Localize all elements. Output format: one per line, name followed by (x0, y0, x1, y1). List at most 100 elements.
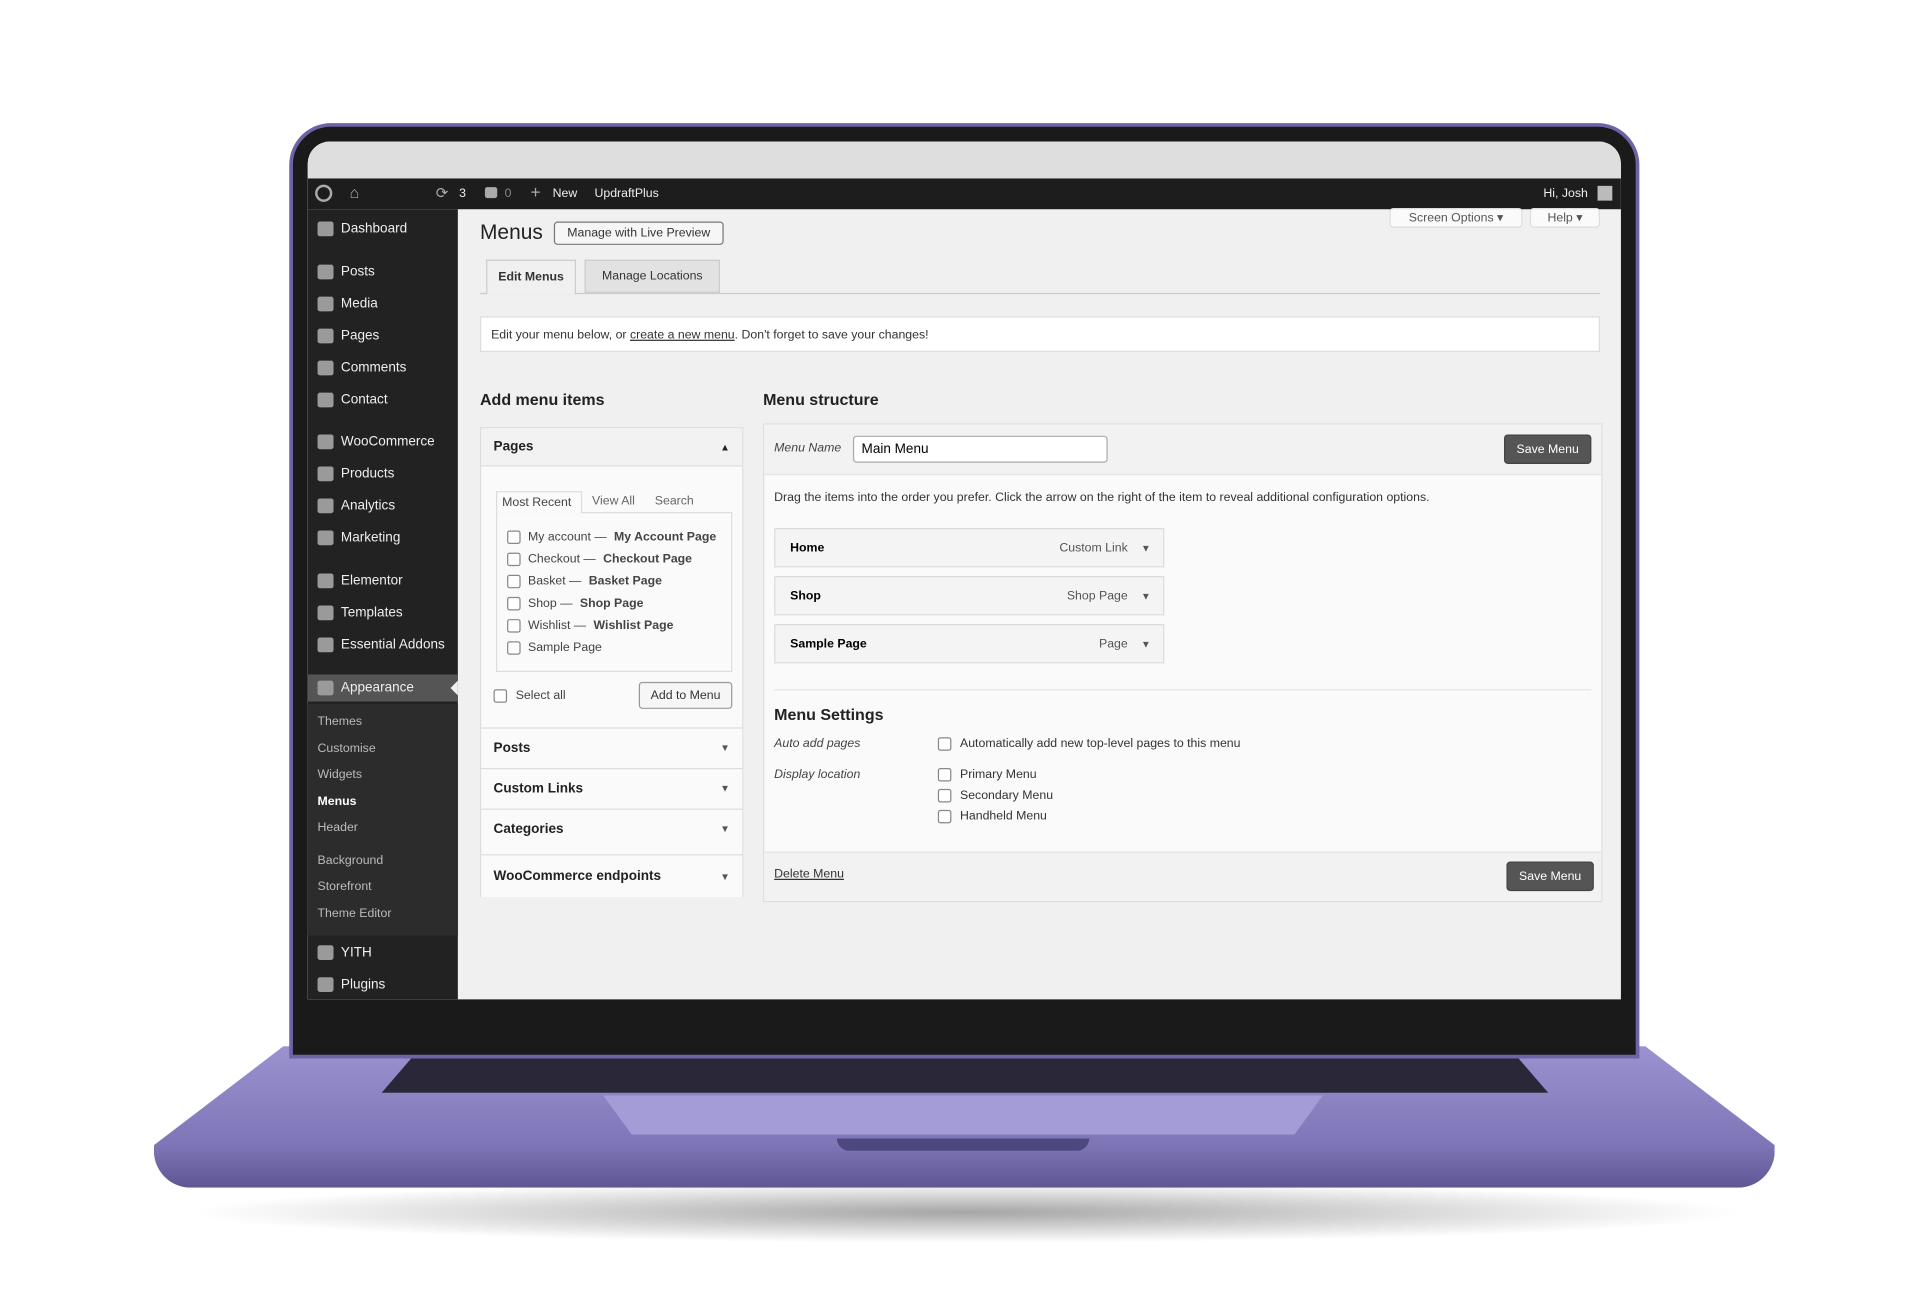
sidebar-item-plugins[interactable]: Plugins (317, 975, 385, 995)
page-checkbox[interactable] (507, 619, 521, 633)
admin-bar: ⌂ ⟳ 3 0 + New UpdraftPlus Hi, Josh (307, 178, 1621, 210)
menu-structure-panel: Menu Name Save Menu Drag the items into … (763, 423, 1603, 903)
save-menu-button-top[interactable]: Save Menu (1504, 434, 1592, 465)
screen-options-button[interactable]: Screen Options ▾ (1389, 208, 1523, 228)
location-primary-menu[interactable]: Primary Menu (937, 768, 1037, 782)
comments-count[interactable]: 0 (505, 187, 512, 201)
menu-footer (764, 851, 1602, 901)
section-woocommerce-endpoints[interactable]: WooCommerce endpoints ▼ (481, 854, 743, 898)
sidebar-item-marketing[interactable]: Marketing (317, 528, 401, 548)
new-link[interactable]: New (553, 187, 578, 201)
page-option[interactable]: My account — My Account Page (507, 530, 716, 545)
page-checkbox[interactable] (507, 552, 521, 567)
sidebar-item-contact[interactable]: Contact (317, 390, 388, 410)
expand-arrow-icon[interactable]: ▼ (1141, 638, 1151, 649)
page-option[interactable]: Checkout — Checkout Page (507, 552, 692, 567)
sidebar-item-products[interactable]: Products (317, 464, 394, 484)
sidebar-item-media[interactable]: Media (317, 294, 378, 314)
sidebar-item-label: YITH (340, 945, 372, 961)
sidebar-item-label: Marketing (340, 530, 401, 546)
home-icon[interactable]: ⌂ (350, 183, 360, 201)
contact-icon (317, 392, 334, 408)
submenu-item-background[interactable]: Background (318, 854, 384, 868)
live-preview-button[interactable]: Manage with Live Preview (553, 221, 724, 245)
chevron-down-icon: ▼ (720, 823, 730, 835)
tab-most-recent[interactable]: Most Recent (496, 491, 583, 514)
submenu-item-header[interactable]: Header (318, 821, 358, 835)
location-checkbox[interactable] (937, 788, 952, 803)
create-menu-link[interactable]: create a new menu (630, 329, 735, 343)
sidebar-item-woocommerce[interactable]: WooCommerce (317, 432, 435, 452)
chevron-down-icon: ▼ (720, 742, 730, 754)
location-checkbox[interactable] (937, 809, 952, 824)
comments-icon[interactable] (484, 187, 498, 199)
submenu-item-customise[interactable]: Customise (318, 742, 376, 756)
add-items-title: Add menu items (480, 390, 605, 409)
sidebar-item-templates[interactable]: Templates (317, 603, 403, 623)
menu-item-title: Home (790, 540, 825, 555)
expand-arrow-icon[interactable]: ▼ (1141, 590, 1151, 601)
add-to-menu-button[interactable]: Add to Menu (638, 681, 733, 709)
page-option[interactable]: Sample Page (507, 641, 609, 655)
essential-addons-icon (317, 637, 334, 653)
section-custom-links[interactable]: Custom Links ▼ (481, 768, 743, 808)
delete-menu-link[interactable]: Delete Menu (774, 868, 844, 882)
auto-add-label: Auto add pages (774, 737, 861, 751)
auto-add-checkbox[interactable] (937, 737, 952, 751)
submenu-item-theme-editor[interactable]: Theme Editor (318, 907, 392, 921)
user-greeting[interactable]: Hi, Josh (1543, 187, 1587, 201)
location-handheld-menu[interactable]: Handheld Menu (937, 809, 1047, 824)
dashboard-icon (317, 221, 334, 237)
pages-section-header[interactable]: Pages ▲ (481, 428, 743, 467)
updates-icon[interactable]: ⟳ (436, 185, 448, 202)
submenu-item-themes[interactable]: Themes (318, 715, 362, 729)
help-button[interactable]: Help ▾ (1529, 208, 1601, 228)
wordpress-logo-icon[interactable] (315, 184, 333, 202)
menu-item-shop[interactable]: Shop Shop Page ▼ (774, 576, 1165, 616)
sidebar-item-label: WooCommerce (340, 434, 435, 450)
sidebar-item-essential-addons[interactable]: Essential Addons (317, 635, 445, 655)
sidebar-item-appearance[interactable]: Appearance (317, 678, 414, 698)
tab-edit-menus[interactable]: Edit Menus (486, 259, 577, 295)
elementor-icon (317, 573, 334, 589)
submenu-item-widgets[interactable]: Widgets (318, 768, 362, 782)
tab-search[interactable]: Search (655, 495, 694, 509)
menu-item-type: Page (1099, 636, 1128, 651)
menu-name-input[interactable] (852, 435, 1108, 463)
page-template: Basket Page (588, 574, 662, 589)
submenu-item-storefront[interactable]: Storefront (318, 880, 372, 894)
page-checkbox[interactable] (507, 574, 521, 589)
page-checkbox[interactable] (507, 530, 521, 545)
sidebar-item-dashboard[interactable]: Dashboard (317, 219, 407, 239)
menu-item-home[interactable]: Home Custom Link ▼ (774, 528, 1165, 568)
page-option[interactable]: Shop — Shop Page (507, 596, 643, 611)
page-checkbox[interactable] (507, 596, 521, 611)
location-secondary-menu[interactable]: Secondary Menu (937, 788, 1053, 803)
save-menu-button-bottom[interactable]: Save Menu (1506, 861, 1594, 892)
sidebar-item-yith[interactable]: YITH (317, 943, 372, 963)
updraftplus-link[interactable]: UpdraftPlus (594, 187, 658, 201)
page-name: Sample Page (528, 641, 602, 655)
sidebar-item-pages[interactable]: Pages (317, 326, 379, 346)
sidebar-item-elementor[interactable]: Elementor (317, 571, 403, 591)
sidebar-item-analytics[interactable]: Analytics (317, 496, 395, 516)
select-all-checkbox[interactable] (493, 689, 508, 703)
tab-view-all[interactable]: View All (592, 495, 635, 509)
expand-arrow-icon[interactable]: ▼ (1141, 542, 1151, 553)
sidebar-item-posts[interactable]: Posts (317, 262, 375, 282)
avatar[interactable] (1597, 185, 1613, 201)
tab-manage-locations[interactable]: Manage Locations (584, 259, 721, 293)
tabs-divider (480, 292, 1601, 295)
location-checkbox[interactable] (937, 768, 952, 782)
location-label: Handheld Menu (960, 809, 1047, 824)
menu-item-sample-page[interactable]: Sample Page Page ▼ (774, 624, 1165, 664)
page-option[interactable]: Wishlist — Wishlist Page (507, 619, 673, 633)
section-posts[interactable]: Posts ▼ (481, 727, 743, 767)
section-categories[interactable]: Categories ▼ (481, 808, 743, 849)
updates-count[interactable]: 3 (459, 187, 466, 201)
sidebar-item-comments[interactable]: Comments (317, 358, 406, 378)
page-option[interactable]: Basket — Basket Page (507, 574, 662, 589)
page-checkbox[interactable] (507, 641, 521, 655)
submenu-item-menus[interactable]: Menus (318, 795, 357, 809)
sidebar-item-label: Media (340, 296, 378, 312)
